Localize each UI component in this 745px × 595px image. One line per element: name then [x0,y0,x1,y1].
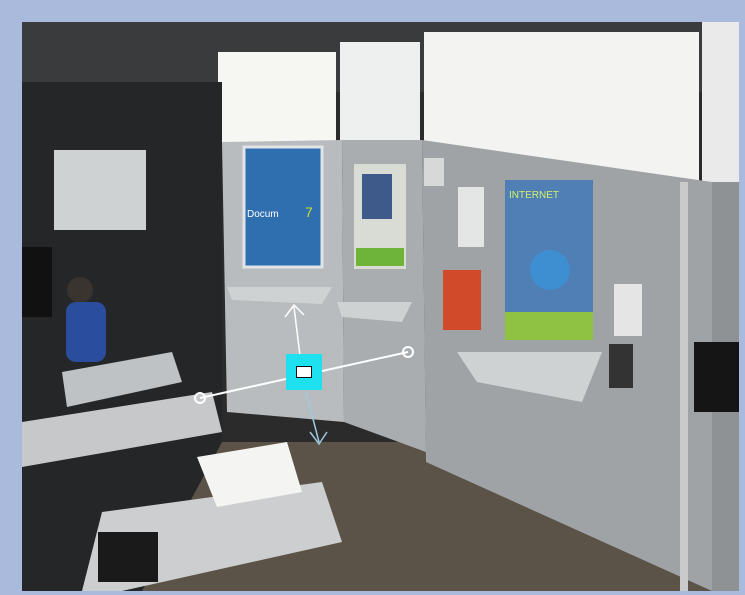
whiteboard [54,150,146,230]
fire-panel [443,270,481,330]
window-left [218,52,336,144]
svg-text:Docum: Docum [247,209,279,220]
svg-text:7: 7 [305,204,313,220]
viewer-frame: Docum 7 INTERNET [0,0,745,595]
line-end-node[interactable] [402,346,414,358]
line-start-node[interactable] [194,392,206,404]
camera-view[interactable]: Docum 7 INTERNET [22,22,739,591]
square-handle-icon [296,366,312,378]
window-mid [340,42,420,142]
office-scene: Docum 7 INTERNET [22,22,739,591]
center-handle[interactable] [286,354,322,390]
svg-text:INTERNET: INTERNET [509,190,559,201]
